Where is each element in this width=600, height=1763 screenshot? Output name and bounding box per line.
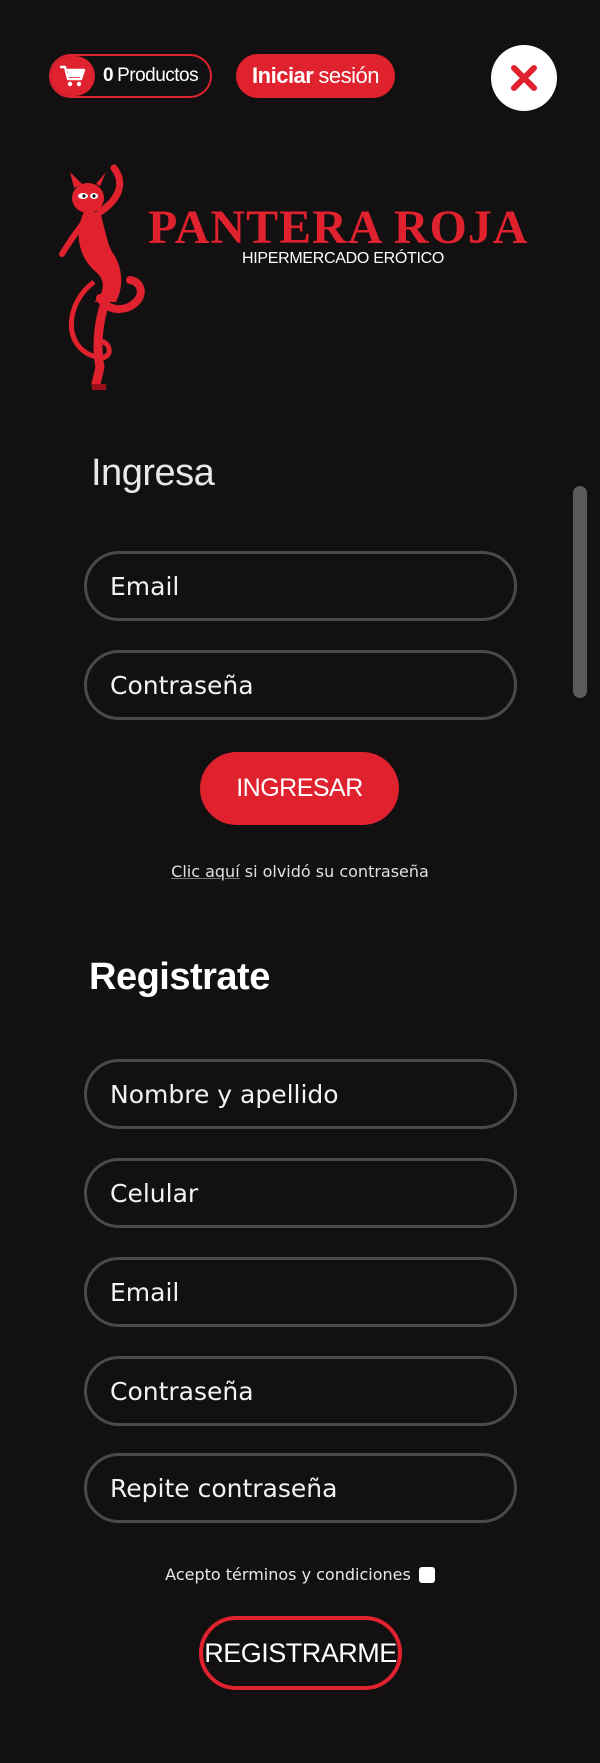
register-name-input[interactable] bbox=[110, 1079, 514, 1109]
brand-logo[interactable]: PANTERA ROJA HIPERMERCADO ERÓTICO bbox=[56, 162, 546, 392]
login-email-input[interactable] bbox=[110, 571, 514, 601]
login-label-strong: Iniciar bbox=[252, 63, 314, 88]
forgot-password-rest: si olvidó su contraseña bbox=[239, 862, 429, 881]
login-title: Ingresa bbox=[91, 452, 215, 494]
forgot-password-text: Clic aquí si olvidó su contraseña bbox=[0, 862, 600, 881]
close-icon bbox=[511, 65, 537, 91]
cart-count: 0 bbox=[103, 65, 114, 86]
brand-tagline: HIPERMERCADO ERÓTICO bbox=[242, 250, 445, 267]
login-password-field[interactable] bbox=[84, 650, 517, 720]
terms-label: Acepto términos y condiciones bbox=[165, 1565, 411, 1584]
register-title: Registrate bbox=[89, 956, 270, 998]
brand-name: PANTERA ROJA bbox=[148, 201, 529, 254]
login-button[interactable]: Iniciar sesión bbox=[236, 54, 395, 98]
close-button[interactable] bbox=[491, 45, 557, 111]
cart-button[interactable]: 0 Productos bbox=[49, 54, 212, 98]
register-phone-field[interactable] bbox=[84, 1158, 517, 1228]
login-label-rest: sesión bbox=[318, 63, 379, 88]
login-email-field[interactable] bbox=[84, 551, 517, 621]
register-email-input[interactable] bbox=[110, 1277, 514, 1307]
terms-row: Acepto términos y condiciones bbox=[0, 1565, 600, 1584]
forgot-password-link[interactable]: Clic aquí bbox=[171, 862, 240, 881]
register-password-field[interactable] bbox=[84, 1356, 517, 1426]
login-password-input[interactable] bbox=[110, 670, 514, 700]
cart-label: Productos bbox=[117, 65, 199, 86]
register-repeat-password-field[interactable] bbox=[84, 1453, 517, 1523]
register-name-field[interactable] bbox=[84, 1059, 517, 1129]
register-password-input[interactable] bbox=[110, 1376, 514, 1406]
register-repeat-password-input[interactable] bbox=[110, 1473, 514, 1503]
cart-icon bbox=[51, 56, 95, 96]
terms-checkbox[interactable] bbox=[418, 1566, 435, 1583]
register-submit-button[interactable]: REGISTRARME bbox=[199, 1616, 402, 1690]
login-submit-button[interactable]: INGRESAR bbox=[200, 752, 399, 825]
scrollbar-thumb[interactable] bbox=[573, 486, 587, 698]
cart-summary: 0 Productos bbox=[95, 65, 199, 87]
register-email-field[interactable] bbox=[84, 1257, 517, 1327]
register-phone-input[interactable] bbox=[110, 1178, 514, 1208]
panther-mascot-icon bbox=[59, 164, 145, 390]
